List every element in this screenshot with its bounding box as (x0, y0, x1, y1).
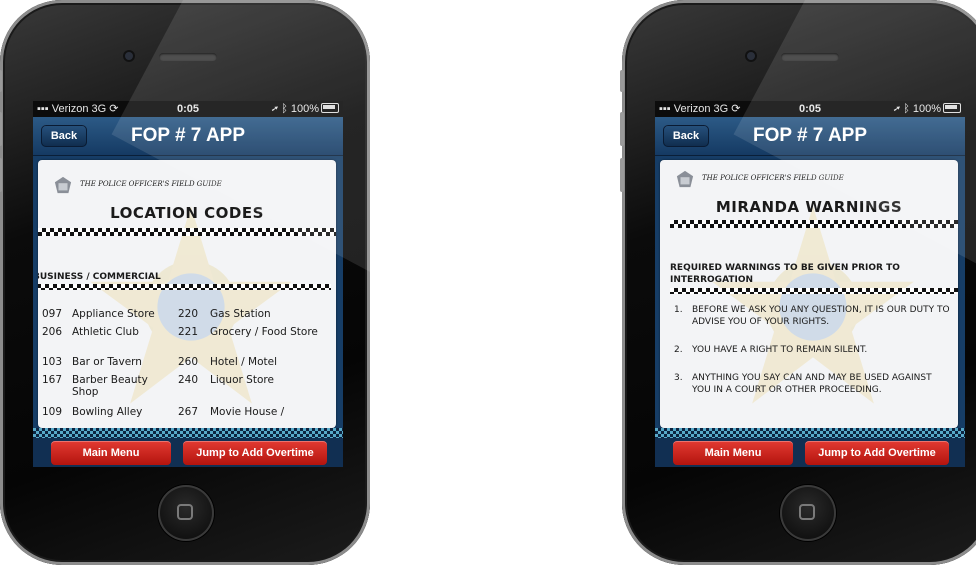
checker-band (33, 428, 343, 438)
field-guide-label: THE POLICE OFFICER'S FIELD GUIDE (702, 174, 844, 182)
back-button[interactable]: Back (663, 125, 709, 147)
checker-divider (670, 288, 958, 294)
volume-up-button (620, 112, 624, 146)
screen: ▪▪▪ Verizon 3G ⟳ 0:05 ➚ ᛒ 100% FOP # 7 A… (33, 101, 343, 467)
police-badge-icon (54, 176, 72, 194)
code-name: Appliance Store (72, 308, 155, 320)
content-background: THE POLICE OFFICER'S FIELD GUIDE LOCATIO… (33, 156, 343, 438)
home-button-icon[interactable] (780, 485, 836, 541)
code-name: Hotel / Motel (210, 356, 278, 368)
checker-divider (670, 220, 958, 228)
volume-down-button (0, 158, 2, 192)
code-number: 260 (178, 356, 199, 368)
code-name: Gas Station (210, 308, 271, 320)
home-button-icon[interactable] (158, 485, 214, 541)
screen: ▪▪▪ Verizon 3G ⟳ 0:05 ➚ ᛒ 100% FOP # 7 A… (655, 101, 965, 467)
code-name: Liquor Store (210, 374, 274, 386)
warning-text: ANYTHING YOU SAY CAN AND MAY BE USED AGA… (692, 373, 932, 395)
police-badge-icon (676, 170, 694, 188)
navigation-bar: FOP # 7 APP Back (33, 117, 343, 156)
code-number: 167 (42, 374, 63, 386)
mute-switch (620, 70, 624, 92)
warning-number: 3. (674, 373, 683, 383)
speaker-icon (159, 53, 217, 61)
status-bar: ▪▪▪ Verizon 3G ⟳ 0:05 ➚ ᛒ 100% (655, 101, 965, 117)
checker-divider (38, 284, 331, 290)
mute-switch (0, 70, 2, 92)
speaker-icon (781, 53, 839, 61)
location-arrow-icon: ➚ (893, 103, 904, 115)
page-title: MIRANDA WARNINGS (715, 198, 903, 216)
page-title: LOCATION CODES (110, 204, 264, 222)
volume-up-button (0, 112, 2, 146)
bluetooth-icon: ᛒ (281, 103, 291, 115)
bottom-toolbar: Main Menu Jump to Add Overtime (33, 438, 343, 467)
camera-icon (123, 50, 135, 62)
location-arrow-icon: ➚ (271, 103, 282, 115)
navigation-bar: FOP # 7 APP Back (655, 117, 965, 156)
camera-icon (745, 50, 757, 62)
code-number: 267 (178, 406, 199, 418)
content-card[interactable]: THE POLICE OFFICER'S FIELD GUIDE LOCATIO… (38, 160, 336, 428)
status-bar: ▪▪▪ Verizon 3G ⟳ 0:05 ➚ ᛒ 100% (33, 101, 343, 117)
warning-number: 1. (674, 305, 683, 315)
battery-label: 100% (912, 103, 941, 115)
phone-left: ▪▪▪ Verizon 3G ⟳ 0:05 ➚ ᛒ 100% FOP # 7 A… (0, 0, 370, 569)
checker-divider (38, 228, 336, 236)
main-menu-button[interactable]: Main Menu (673, 441, 793, 465)
bluetooth-icon: ᛒ (903, 103, 913, 115)
warning-number: 2. (674, 345, 683, 355)
code-name: Grocery / Food Store (210, 326, 318, 338)
code-number: 220 (178, 308, 199, 320)
code-number: 097 (42, 308, 63, 320)
section-heading: REQUIRED WARNINGS TO BE GIVEN PRIOR TO I… (670, 263, 900, 285)
battery-label: 100% (290, 103, 319, 115)
content-background: THE POLICE OFFICER'S FIELD GUIDE MIRANDA… (655, 156, 965, 438)
jump-to-add-overtime-button[interactable]: Jump to Add Overtime (183, 441, 327, 465)
volume-down-button (620, 158, 624, 192)
phone-right: ▪▪▪ Verizon 3G ⟳ 0:05 ➚ ᛒ 100% FOP # 7 A… (620, 0, 976, 569)
code-number: 206 (42, 326, 63, 338)
jump-to-add-overtime-button[interactable]: Jump to Add Overtime (805, 441, 949, 465)
warning-text: BEFORE WE ASK YOU ANY QUESTION, IT IS OU… (692, 305, 950, 327)
code-number: 109 (42, 406, 63, 418)
code-number: 240 (178, 374, 199, 386)
code-name: Athletic Club (72, 326, 139, 338)
code-name: Bowling Alley (72, 406, 143, 418)
back-button[interactable]: Back (41, 125, 87, 147)
code-number: 103 (42, 356, 63, 368)
bottom-toolbar: Main Menu Jump to Add Overtime (655, 438, 965, 467)
main-menu-button[interactable]: Main Menu (51, 441, 171, 465)
warning-text: YOU HAVE A RIGHT TO REMAIN SILENT. (692, 345, 868, 355)
checker-band (655, 428, 965, 438)
code-name: Barber Beauty Shop (72, 374, 148, 398)
battery-icon (943, 103, 961, 113)
code-name: Bar or Tavern (72, 356, 142, 368)
section-heading: BUSINESS / COMMERCIAL (38, 272, 161, 282)
content-card[interactable]: THE POLICE OFFICER'S FIELD GUIDE MIRANDA… (660, 160, 958, 428)
code-name: Movie House / (210, 406, 285, 418)
code-number: 221 (178, 326, 199, 338)
field-guide-label: THE POLICE OFFICER'S FIELD GUIDE (80, 180, 222, 188)
battery-icon (321, 103, 339, 113)
